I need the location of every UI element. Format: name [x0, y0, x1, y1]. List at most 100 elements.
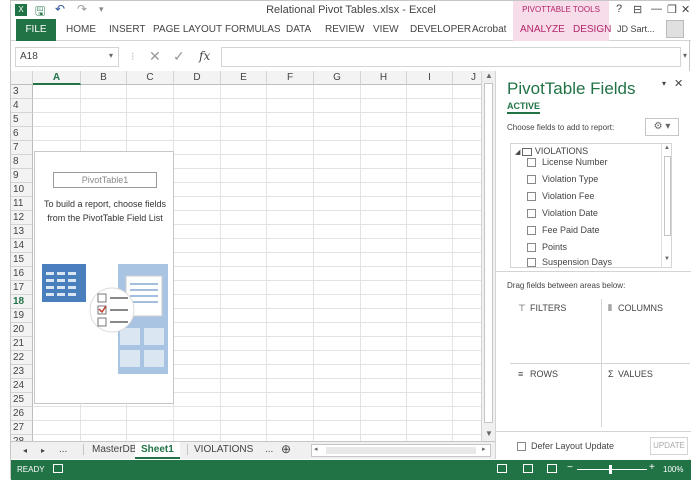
row-header[interactable]: 6: [11, 127, 33, 141]
tab-insert[interactable]: INSERT: [109, 24, 146, 35]
sheet-tab-sheet1[interactable]: Sheet1: [135, 442, 180, 459]
field-scroll-down-icon[interactable]: ▼: [664, 256, 670, 262]
field-violation-date[interactable]: Violation Date: [527, 208, 598, 222]
field-scroll-up-icon[interactable]: ▲: [664, 145, 670, 151]
new-sheet-button[interactable]: ⊕: [281, 442, 291, 456]
row-header[interactable]: 9: [11, 169, 33, 183]
tab-view[interactable]: VIEW: [373, 24, 399, 35]
field-checkbox[interactable]: [527, 258, 536, 268]
values-area[interactable]: Σ VALUES: [602, 365, 682, 425]
row-header[interactable]: 21: [11, 337, 33, 351]
field-violation-fee[interactable]: Violation Fee: [527, 191, 594, 205]
user-name[interactable]: JD Sart...: [617, 24, 655, 34]
tab-file[interactable]: FILE: [16, 19, 56, 41]
more-sheets-right[interactable]: ...: [265, 444, 273, 455]
field-checkbox[interactable]: [527, 175, 536, 185]
formula-input[interactable]: [221, 47, 681, 67]
worksheet-grid[interactable]: ABCDEFGHIJ 3 4 5 6 7 8 9 10 11 12 13 14 15 16 17 18 19 20…: [11, 71, 481, 441]
vertical-scrollbar[interactable]: ▲ ▼: [481, 71, 495, 441]
select-all-corner[interactable]: [11, 71, 33, 85]
name-box[interactable]: A18 ▾: [15, 47, 119, 67]
column-header[interactable]: I: [407, 71, 453, 85]
row-header[interactable]: 27: [11, 421, 33, 435]
sheet-tab-masterdb[interactable]: MasterDB: [83, 444, 136, 455]
field-checkbox[interactable]: [527, 158, 536, 168]
row-header[interactable]: 22: [11, 351, 33, 365]
maximize-button[interactable]: ❐: [667, 3, 677, 16]
field-checkbox[interactable]: [527, 192, 536, 202]
expand-formula-bar-icon[interactable]: ▾: [683, 51, 687, 60]
normal-view-icon[interactable]: [497, 464, 507, 473]
enter-icon[interactable]: ✓: [173, 48, 185, 65]
row-header[interactable]: 12: [11, 211, 33, 225]
row-header[interactable]: 15: [11, 253, 33, 267]
close-button[interactable]: ✕: [681, 3, 690, 16]
zoom-slider-thumb[interactable]: [609, 465, 612, 474]
field-points[interactable]: Points: [527, 242, 567, 256]
horizontal-scrollbar[interactable]: ◂ ▸: [311, 444, 491, 457]
cancel-icon[interactable]: ✕: [149, 48, 161, 65]
field-checkbox[interactable]: [527, 243, 536, 253]
pane-close-icon[interactable]: ✕: [674, 77, 683, 90]
ribbon-display-button[interactable]: ⊟: [633, 3, 642, 16]
help-button[interactable]: ?: [616, 3, 622, 15]
tab-acrobat[interactable]: Acrobat: [472, 24, 506, 35]
row-header[interactable]: 16: [11, 267, 33, 281]
pivot-placeholder[interactable]: PivotTable1 To build a report, choose fi…: [34, 151, 174, 404]
field-checkbox[interactable]: [527, 209, 536, 219]
row-header[interactable]: 7: [11, 141, 33, 155]
prev-sheet-icon[interactable]: ◂: [23, 446, 27, 455]
tab-design[interactable]: DESIGN: [573, 24, 611, 35]
field-scroll-thumb[interactable]: [664, 156, 671, 236]
sheet-tab-violations[interactable]: VIOLATIONS: [187, 444, 253, 455]
scroll-down-icon[interactable]: ▼: [485, 429, 493, 438]
tab-data[interactable]: DATA: [286, 24, 311, 35]
column-header[interactable]: A: [33, 71, 81, 85]
update-button[interactable]: UPDATE: [650, 437, 688, 455]
field-suspension-days[interactable]: Suspension Days: [527, 257, 612, 268]
column-header[interactable]: E: [221, 71, 267, 85]
column-header[interactable]: D: [174, 71, 221, 85]
pane-options-icon[interactable]: ▾: [662, 79, 666, 88]
field-fee-paid-date[interactable]: Fee Paid Date: [527, 225, 600, 239]
field-list-scrollbar[interactable]: ▲ ▼: [661, 144, 672, 267]
row-header[interactable]: 24: [11, 379, 33, 393]
tab-analyze[interactable]: ANALYZE: [520, 24, 565, 35]
tab-review[interactable]: REVIEW: [325, 24, 364, 35]
scroll-right-icon[interactable]: ▸: [482, 445, 486, 453]
row-header[interactable]: 11: [11, 197, 33, 211]
zoom-level[interactable]: 100%: [663, 465, 683, 474]
next-sheet-icon[interactable]: ▸: [41, 446, 45, 455]
minimize-button[interactable]: —: [651, 3, 662, 15]
row-header[interactable]: 4: [11, 99, 33, 113]
defer-checkbox[interactable]: [517, 442, 526, 451]
row-header[interactable]: 13: [11, 225, 33, 239]
column-header[interactable]: H: [361, 71, 407, 85]
row-header[interactable]: 26: [11, 407, 33, 421]
zoom-in-icon[interactable]: +: [649, 462, 655, 473]
row-header[interactable]: 3: [11, 85, 33, 99]
scroll-thumb[interactable]: [484, 83, 493, 423]
field-license-number[interactable]: License Number: [527, 157, 608, 171]
tab-formulas[interactable]: FORMULAS: [225, 24, 281, 35]
pane-splitter[interactable]: [495, 271, 691, 272]
more-sheets-left[interactable]: ...: [59, 444, 67, 455]
row-header[interactable]: 20: [11, 323, 33, 337]
tab-home[interactable]: HOME: [66, 24, 96, 35]
tab-developer[interactable]: DEVELOPER: [410, 24, 471, 35]
column-header[interactable]: G: [314, 71, 361, 85]
row-header[interactable]: 19: [11, 309, 33, 323]
name-box-dropdown-icon[interactable]: ▾: [109, 51, 113, 60]
row-header[interactable]: 25: [11, 393, 33, 407]
h-scroll-thumb[interactable]: [326, 447, 476, 454]
row-header[interactable]: 5: [11, 113, 33, 127]
page-break-view-icon[interactable]: [547, 464, 557, 473]
scroll-left-icon[interactable]: ◂: [314, 445, 318, 453]
avatar[interactable]: [666, 20, 684, 38]
row-header[interactable]: 14: [11, 239, 33, 253]
column-header[interactable]: J: [453, 71, 481, 85]
row-header[interactable]: 17: [11, 281, 33, 295]
row-header[interactable]: 10: [11, 183, 33, 197]
field-checkbox[interactable]: [527, 226, 536, 236]
macro-record-icon[interactable]: [53, 464, 63, 473]
